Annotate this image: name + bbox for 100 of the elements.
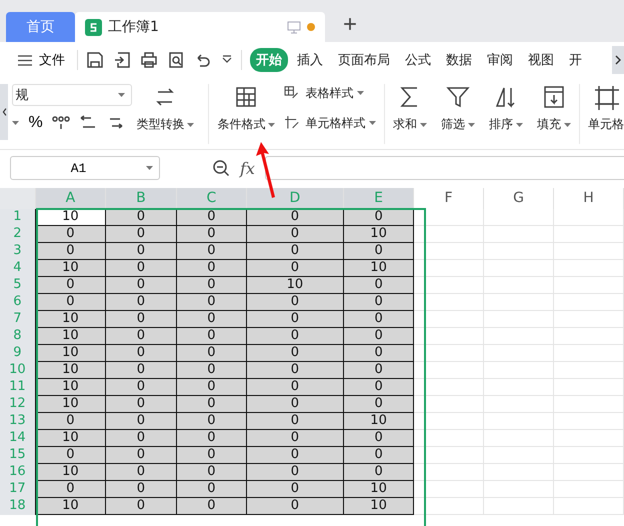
table-style-button[interactable]: 表格样式 [283,84,376,102]
table-cell: 0 [106,226,176,242]
chevron-left-icon[interactable] [0,84,8,140]
print-icon[interactable] [140,51,158,69]
sort-button[interactable]: 排序 [489,84,524,133]
chevron-right-icon[interactable] [612,46,624,74]
ribbon-tab[interactable]: 页面布局 [332,48,396,72]
table-cell: 0 [344,446,414,464]
percent-button[interactable]: % [28,114,43,132]
table-cell: 0 [344,362,414,378]
export-icon[interactable] [113,51,131,69]
table-cell: 0 [344,294,414,310]
table-cell: 0 [344,328,414,344]
table-cell: 0 [35,480,106,498]
cell-icon [593,84,619,110]
column-header[interactable]: H [553,188,624,208]
table-cell: 0 [176,446,246,464]
table-cell: 0 [176,464,246,480]
table-cell: 10 [35,396,106,412]
table-cell: 0 [246,344,344,362]
cell-button[interactable]: 单元格 [588,84,624,133]
print-preview-icon[interactable] [167,51,185,69]
table-cell: 0 [344,396,414,412]
table-cell: 0 [106,498,176,514]
caret-icon [268,122,276,126]
table-cell: 0 [106,260,176,276]
document-tab[interactable]: 工作簿1 [75,12,325,42]
monitor-icon [287,20,301,34]
table-cell: 10 [35,430,106,446]
table-cell: 0 [106,464,176,480]
table-cell: 10 [344,260,414,276]
ribbon-tab[interactable]: 数据 [440,48,478,72]
table-cell: 0 [106,344,176,362]
sum-button[interactable]: 求和 [393,84,428,133]
table-cell: 0 [35,412,106,430]
table-cell: 0 [246,328,344,344]
type-convert-button[interactable]: 类型转换 [136,84,194,133]
table-cell: 0 [246,480,344,498]
ribbon-tab[interactable]: 插入 [291,48,329,72]
table-cell: 0 [35,226,106,242]
table-cell: 0 [176,310,246,328]
table-cell: 10 [35,260,106,276]
table-cell: 0 [176,430,246,446]
zoom-icon[interactable] [212,159,230,177]
table-cell: 0 [344,276,414,294]
table-cell: 0 [176,328,246,344]
fill-button[interactable]: 填充 [537,84,572,133]
table-cell: 0 [344,464,414,480]
number-format-field[interactable]: 规 [12,84,132,106]
table-cell: 10 [344,226,414,242]
ribbon-tab[interactable]: 公式 [399,48,437,72]
new-tab-button[interactable]: + [337,8,364,42]
table-cell: 10 [35,310,106,328]
table-cell: 0 [106,396,176,412]
column-header[interactable]: G [484,188,554,208]
name-box[interactable]: A1 [10,156,160,180]
table-cell: 0 [246,396,344,412]
annotation-arrow [255,140,277,200]
table-cell: 0 [246,362,344,378]
table-cell: 10 [35,498,106,514]
file-menu[interactable]: 文件 [16,51,69,69]
table-cell: 0 [246,498,344,514]
table-cell: 0 [246,446,344,464]
table-cell: 0 [35,446,106,464]
caret-icon [12,121,20,125]
ribbon-tab[interactable]: 视图 [522,48,560,72]
table-cell: 0 [106,378,176,396]
table-cell: 0 [176,294,246,310]
table-cell: 0 [106,430,176,446]
table-cell: 0 [176,498,246,514]
ribbon-tab[interactable]: 审阅 [481,48,519,72]
table-cell: 0 [246,294,344,310]
formula-input[interactable] [264,156,624,180]
table-cell: 0 [106,328,176,344]
column-header[interactable]: F [414,188,484,208]
table-cell: 0 [35,242,106,260]
cell-style-button[interactable]: 单元格样式 [283,114,376,132]
table-cell: 10 [35,464,106,480]
table-cell: 0 [176,396,246,412]
conditional-format-button[interactable]: 条件格式 [217,84,276,133]
table-cell: 0 [246,310,344,328]
insert-function-button[interactable]: fx [240,158,255,178]
table-cell: 0 [246,464,344,480]
caret-icon [118,93,126,97]
table-cell: 0 [344,242,414,260]
spreadsheet-icon [85,18,102,36]
dropdown-icon[interactable] [221,55,233,65]
thousands-separator-icon[interactable] [52,114,70,132]
table-cell: 10 [246,276,344,294]
table-cell: 0 [246,260,344,276]
filter-button[interactable]: 筛选 [441,84,476,133]
ribbon-tab[interactable]: 开 [563,48,588,72]
table-cell: 0 [106,310,176,328]
table-cell: 10 [35,344,106,362]
table-cell: 0 [344,344,414,362]
caret-icon [369,121,376,125]
caret-icon [420,122,428,126]
save-icon[interactable] [86,51,104,69]
table-cell: 10 [344,498,414,514]
table-cell: 0 [106,294,176,310]
